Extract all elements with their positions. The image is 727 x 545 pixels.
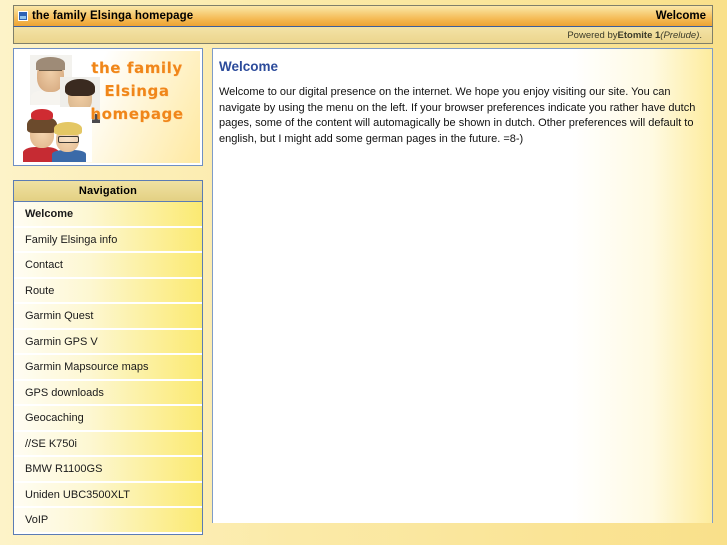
site-page-icon xyxy=(18,11,28,21)
sidebar-item-bmw-r1100gs[interactable]: BMW R1100GS xyxy=(14,457,202,483)
page-body: the family Elsinga homepage Navigation W… xyxy=(13,48,713,535)
sidebar-item-se-k750i[interactable]: //SE K750i xyxy=(14,431,202,457)
sidebar-item-voip[interactable]: VoIP xyxy=(14,508,202,534)
page-body-text: Welcome to our digital presence on the i… xyxy=(219,86,696,145)
page-title: Welcome xyxy=(219,59,279,74)
sidebar-item-family-elsinga-info[interactable]: Family Elsinga info xyxy=(14,227,202,253)
navigation-list: Welcome Family Elsinga info Contact Route Ga… xyxy=(14,202,202,534)
site-title: the family Elsinga homepage xyxy=(32,10,194,22)
sidebar-item-garmin-gps-v[interactable]: Garmin GPS V xyxy=(14,329,202,355)
page-root: the family Elsinga homepage Welcome Powe… xyxy=(13,5,713,545)
sidebar-item-route[interactable]: Route xyxy=(14,278,202,304)
site-logo-line-1: the family xyxy=(91,59,183,77)
powered-by-bar: Powered by Etomite 1 (Prelude). xyxy=(13,27,713,44)
powered-by-suffix: . xyxy=(699,29,702,41)
sidebar-item-uniden-ubc3500xlt[interactable]: Uniden UBC3500XLT xyxy=(14,482,202,508)
site-header-bar: the family Elsinga homepage Welcome xyxy=(13,5,713,27)
site-logo: the family Elsinga homepage xyxy=(13,48,203,166)
powered-by-release: (Prelude) xyxy=(660,29,700,41)
sidebar: the family Elsinga homepage Navigation W… xyxy=(13,48,203,535)
navigation-title: Navigation xyxy=(14,181,202,202)
current-page-label: Welcome xyxy=(655,10,706,22)
powered-by-product: Etomite 1 xyxy=(617,29,661,41)
sidebar-item-gps-downloads[interactable]: GPS downloads xyxy=(14,380,202,406)
site-logo-line-3: homepage xyxy=(90,104,184,123)
navigation-panel: Navigation Welcome Family Elsinga info Con… xyxy=(13,180,203,535)
site-logo-text: the family Elsinga homepage xyxy=(79,57,195,125)
site-title-group: the family Elsinga homepage xyxy=(18,10,193,22)
site-logo-line-2: Elsinga xyxy=(104,81,170,100)
powered-by-prefix: Powered by xyxy=(567,29,618,41)
sidebar-item-geocaching[interactable]: Geocaching xyxy=(14,406,202,432)
sidebar-item-garmin-quest[interactable]: Garmin Quest xyxy=(14,304,202,330)
sidebar-item-contact[interactable]: Contact xyxy=(14,253,202,279)
main-content: Welcome Welcome to our digital presence … xyxy=(212,48,713,523)
sidebar-item-welcome[interactable]: Welcome xyxy=(14,202,202,228)
site-logo-canvas: the family Elsinga homepage xyxy=(16,51,200,163)
sidebar-item-garmin-mapsource-maps[interactable]: Garmin Mapsource maps xyxy=(14,355,202,381)
